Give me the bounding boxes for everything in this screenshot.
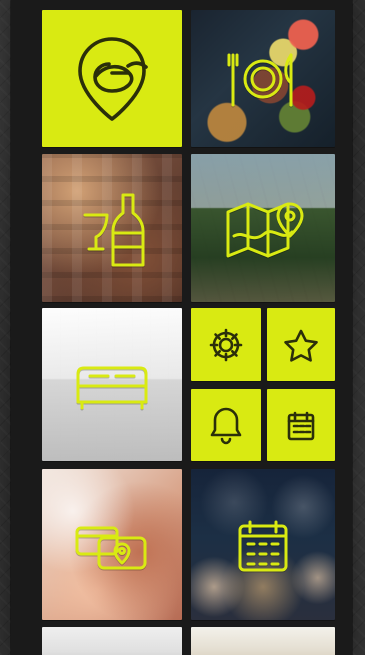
more-tile-right[interactable]: [191, 627, 335, 655]
payment-card-location-icon: [69, 514, 155, 576]
favorites-tile[interactable]: [267, 308, 335, 381]
bed-icon: [70, 354, 154, 416]
notifications-tile[interactable]: [191, 389, 261, 461]
events-tile[interactable]: [191, 469, 335, 620]
accommodation-tile[interactable]: [42, 308, 182, 461]
gear-icon: [204, 323, 248, 367]
star-icon: [280, 324, 322, 366]
location-e-logo-icon: [66, 33, 158, 125]
bell-icon: [206, 403, 246, 447]
wine-bottle-glass-icon: [75, 185, 149, 271]
calendar-tile[interactable]: [267, 389, 335, 461]
plate-cutlery-icon: [219, 47, 307, 111]
payment-tile[interactable]: [42, 469, 182, 620]
more-tile-left[interactable]: [42, 627, 182, 655]
calendar-large-icon: [230, 512, 296, 578]
map-pin-icon: [218, 192, 308, 264]
map-tile[interactable]: [191, 154, 335, 302]
food-tile[interactable]: [191, 10, 335, 147]
app-screen: [0, 0, 365, 655]
wine-tile[interactable]: [42, 154, 182, 302]
brand-logo-tile: [42, 10, 182, 147]
tile-grid: [42, 10, 335, 655]
settings-tile[interactable]: [191, 308, 261, 381]
calendar-icon: [281, 405, 321, 445]
